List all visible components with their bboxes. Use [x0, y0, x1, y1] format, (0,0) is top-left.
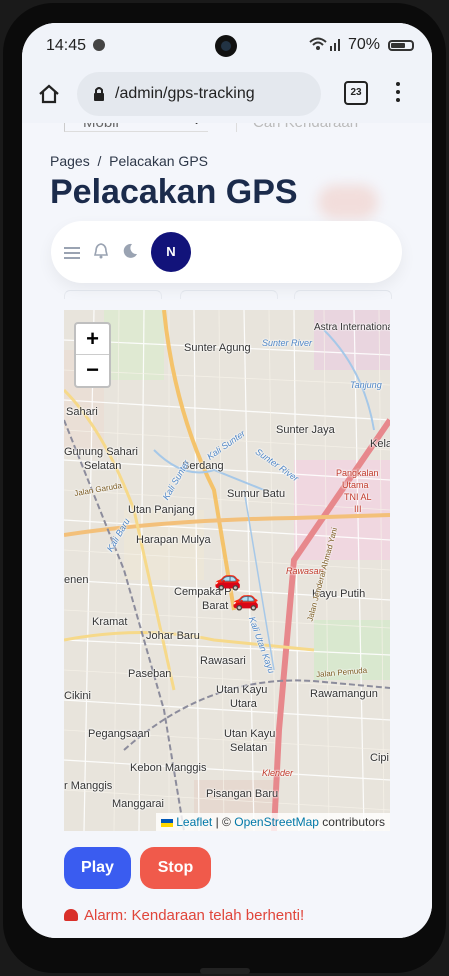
vehicle-type-value: Mobil — [83, 123, 119, 131]
map-label: Gunung Sahari — [64, 446, 138, 458]
spotify-icon — [93, 39, 105, 51]
map-label: Pegangsaan — [88, 728, 150, 740]
map-label: III — [354, 504, 362, 514]
vehicle-search-input[interactable]: Cari Kendaraan — [236, 123, 386, 132]
vehicle-type-select[interactable]: Mobil ⌄ — [64, 123, 208, 132]
ukraine-flag-icon — [161, 818, 174, 827]
map-label: Sunter Jaya — [276, 424, 335, 436]
ghost-card — [180, 290, 278, 299]
map-label: Paseban — [128, 668, 172, 680]
url-text: /admin/gps-tracking — [115, 85, 255, 102]
screen: 14:45 70% /admin/gps-tracking 23 Pages /… — [22, 23, 432, 938]
vehicle-marker[interactable]: 🚗 — [232, 586, 259, 612]
map-label: Manggarai — [112, 798, 164, 810]
battery-icon — [388, 40, 414, 51]
map-label: Utan Kayu — [216, 684, 268, 696]
status-bar: 14:45 70% — [22, 23, 432, 67]
zoom-out-button[interactable]: − — [76, 355, 109, 385]
alarm-message: Alarm: Kendaraan telah berhenti! — [64, 907, 304, 924]
leaflet-link[interactable]: Leaflet — [176, 815, 212, 829]
map-label: r Manggis — [64, 780, 113, 792]
browser-menu-icon[interactable] — [396, 82, 400, 104]
gps-map[interactable]: + − Sunter Agung Astra Internationa Sunt… — [64, 310, 390, 831]
browser-toolbar: /admin/gps-tracking 23 — [22, 67, 432, 123]
siren-icon — [64, 909, 78, 922]
map-label: Utara — [230, 698, 257, 710]
alarm-text: Alarm: Kendaraan telah berhenti! — [84, 907, 305, 924]
stop-button[interactable]: Stop — [140, 847, 211, 889]
map-label: Utama — [342, 480, 369, 490]
status-time: 14:45 — [46, 37, 87, 54]
map-label: Johar Baru — [146, 630, 200, 642]
wifi-icon — [308, 35, 344, 56]
map-label: Cipi — [370, 752, 389, 764]
signal-icon — [330, 46, 332, 51]
phone-frame: 14:45 70% /admin/gps-tracking 23 Pages /… — [3, 3, 446, 973]
map-label: Kramat — [92, 616, 128, 628]
osm-link[interactable]: OpenStreetMap — [234, 815, 319, 829]
ghost-card — [294, 290, 392, 299]
top-navbar: N — [51, 221, 402, 283]
map-label: TNI AL — [344, 492, 372, 502]
hamburger-menu-icon[interactable] — [64, 247, 80, 262]
breadcrumb-separator: / — [97, 153, 102, 169]
map-attribution: Leaflet | © OpenStreetMap contributors — [156, 813, 390, 831]
map-label: Sahari — [66, 406, 98, 418]
attribution-separator: | © — [215, 815, 231, 829]
map-label: Selatan — [230, 742, 268, 754]
map-label: Kebon Manggis — [130, 762, 207, 774]
tabs-count-button[interactable]: 23 — [344, 81, 368, 105]
map-label: Sumur Batu — [227, 488, 286, 500]
moon-icon[interactable] — [122, 243, 138, 259]
map-label: Sunter River — [262, 338, 313, 348]
zoom-in-button[interactable]: + — [76, 324, 109, 355]
map-label: Sunter Agung — [184, 342, 251, 354]
breadcrumb: Pages / Pelacakan GPS — [50, 153, 208, 169]
map-label: enen — [64, 574, 89, 586]
home-icon[interactable] — [38, 83, 60, 105]
page-title: Pelacakan GPS — [50, 173, 298, 211]
avatar[interactable]: N — [151, 232, 191, 272]
map-label: Rawamangun — [310, 688, 378, 700]
chevron-down-icon: ⌄ — [191, 123, 202, 128]
map-label: Astra Internationa — [314, 322, 390, 333]
play-button[interactable]: Play — [64, 847, 131, 889]
map-label: Rawasari — [200, 655, 246, 667]
map-label: Selatan — [84, 460, 122, 472]
map-label: Utan Panjang — [128, 504, 195, 516]
lock-icon — [94, 87, 104, 101]
map-label: Barat — [202, 600, 229, 612]
map-label: Pisangan Baru — [206, 788, 279, 800]
front-camera — [215, 35, 237, 57]
top-filters: Mobil ⌄ Cari Kendaraan — [64, 123, 390, 134]
breadcrumb-current: Pelacakan GPS — [109, 153, 208, 169]
breadcrumb-root[interactable]: Pages — [50, 153, 90, 169]
attribution-suffix: contributors — [322, 815, 385, 829]
admin-page: Mobil ⌄ Cari Kendaraan Pages / Pelacakan… — [22, 123, 432, 938]
map-label: Utan Kayu — [224, 728, 276, 740]
bell-icon[interactable] — [94, 243, 108, 259]
bottom-speaker — [200, 968, 250, 974]
map-label: Pangkalan — [336, 468, 379, 478]
address-bar[interactable]: /admin/gps-tracking — [77, 72, 321, 116]
map-label: Cikini — [64, 690, 91, 702]
map-label: Harapan Mulya — [136, 534, 211, 546]
decorative-blob — [318, 185, 378, 219]
zoom-control: + − — [74, 322, 111, 388]
map-label: Tanjung — [350, 380, 382, 390]
ghost-card — [64, 290, 162, 299]
battery-percent: 70% — [348, 36, 381, 53]
map-label: Klender — [262, 768, 294, 778]
map-label: Kela — [370, 438, 390, 450]
